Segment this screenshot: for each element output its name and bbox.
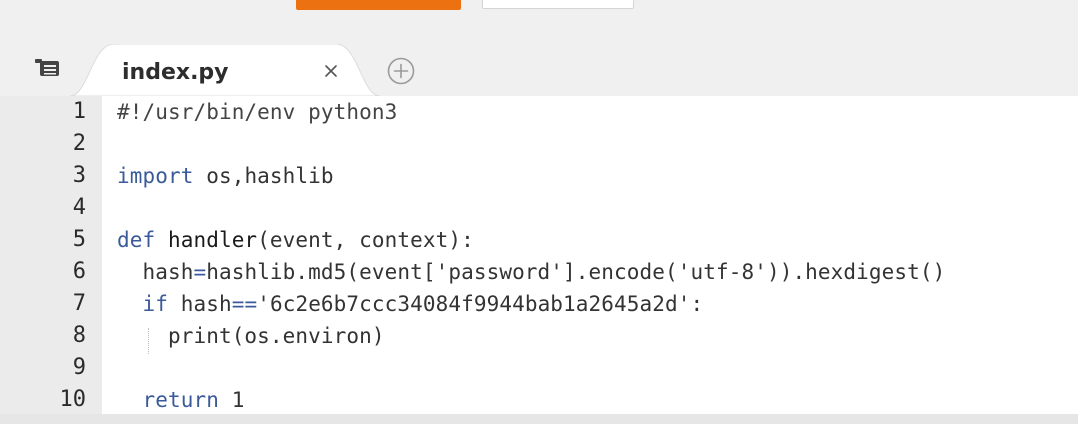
file-menu-icon[interactable] bbox=[34, 58, 60, 78]
code-token: def bbox=[117, 228, 156, 252]
code-token: == bbox=[231, 292, 258, 316]
code-token: if bbox=[142, 292, 168, 316]
line-number: 1 bbox=[72, 99, 86, 124]
close-icon[interactable] bbox=[322, 62, 340, 80]
secondary-action-button[interactable] bbox=[482, 0, 634, 9]
code-token: 1 bbox=[218, 388, 245, 412]
code-line[interactable]: 2 bbox=[0, 128, 1078, 160]
code-token: hashlib.md5(event[ bbox=[206, 260, 436, 284]
horizontal-scrollbar[interactable] bbox=[0, 414, 1078, 424]
line-number: 10 bbox=[59, 387, 87, 412]
code-text: def handler(event, context): bbox=[117, 224, 474, 256]
code-line[interactable]: 5 def handler(event, context): bbox=[0, 224, 1078, 256]
line-number: 6 bbox=[72, 259, 86, 284]
code-text: import os,hashlib bbox=[117, 160, 334, 192]
code-line[interactable]: 4 bbox=[0, 192, 1078, 224]
code-token: import bbox=[117, 164, 194, 188]
tab-index-py[interactable]: index.py bbox=[70, 44, 380, 96]
line-number: 2 bbox=[72, 131, 86, 156]
line-number: 8 bbox=[72, 323, 86, 348]
code-token: = bbox=[193, 260, 207, 284]
code-token: return bbox=[142, 388, 219, 412]
code-token: #!/usr/bin/env python3 bbox=[117, 100, 398, 124]
code-text: if hash=='6c2e6b7ccc34084f9944bab1a2645a… bbox=[117, 288, 704, 320]
code-text: print(os.environ) bbox=[117, 320, 385, 352]
top-toolbar bbox=[0, 0, 1078, 16]
line-number: 5 bbox=[72, 227, 86, 252]
code-line[interactable]: 8 print(os.environ) bbox=[0, 320, 1078, 352]
code-token: : bbox=[690, 292, 704, 316]
code-editor[interactable]: 1 #!/usr/bin/env python3 2 3 import os,hashl… bbox=[0, 96, 1078, 424]
code-line[interactable]: 6 hash=hashlib.md5(event['password'].enc… bbox=[0, 256, 1078, 288]
code-token: )).hexdigest() bbox=[766, 260, 946, 284]
line-number: 4 bbox=[72, 195, 86, 220]
code-line[interactable]: 3 import os,hashlib bbox=[0, 160, 1078, 192]
code-text: hash=hashlib.md5(event['password'].encod… bbox=[117, 256, 945, 288]
code-token: '6c2e6b7ccc34084f9944bab1a2645a2d' bbox=[257, 292, 691, 316]
code-token: (event, context): bbox=[257, 228, 474, 252]
code-text: #!/usr/bin/env python3 bbox=[117, 96, 397, 128]
line-number: 3 bbox=[72, 163, 86, 188]
code-text: return 1 bbox=[117, 384, 245, 416]
code-token: hash bbox=[117, 260, 194, 284]
code-line[interactable]: 9 bbox=[0, 352, 1078, 384]
code-line[interactable]: 7 if hash=='6c2e6b7ccc34084f9944bab1a264… bbox=[0, 288, 1078, 320]
code-token: 'password' bbox=[435, 260, 564, 284]
plus-circle-icon[interactable] bbox=[386, 56, 416, 86]
code-line[interactable]: 1 #!/usr/bin/env python3 bbox=[0, 96, 1078, 128]
code-line[interactable]: 10 return 1 bbox=[0, 384, 1078, 416]
line-number: 9 bbox=[72, 355, 86, 380]
code-token: os,hashlib bbox=[193, 164, 334, 188]
code-token: handler bbox=[155, 228, 258, 252]
code-token: 'utf-8' bbox=[677, 260, 767, 284]
indent-guide bbox=[148, 328, 149, 354]
code-token: ].encode( bbox=[563, 260, 678, 284]
line-number: 7 bbox=[72, 291, 86, 316]
code-token: hash bbox=[168, 292, 232, 316]
tab-label: index.py bbox=[122, 60, 229, 85]
code-token: print(os.environ) bbox=[117, 324, 385, 348]
editor-tab-bar: index.py bbox=[0, 16, 1078, 96]
primary-action-button[interactable] bbox=[296, 0, 461, 10]
